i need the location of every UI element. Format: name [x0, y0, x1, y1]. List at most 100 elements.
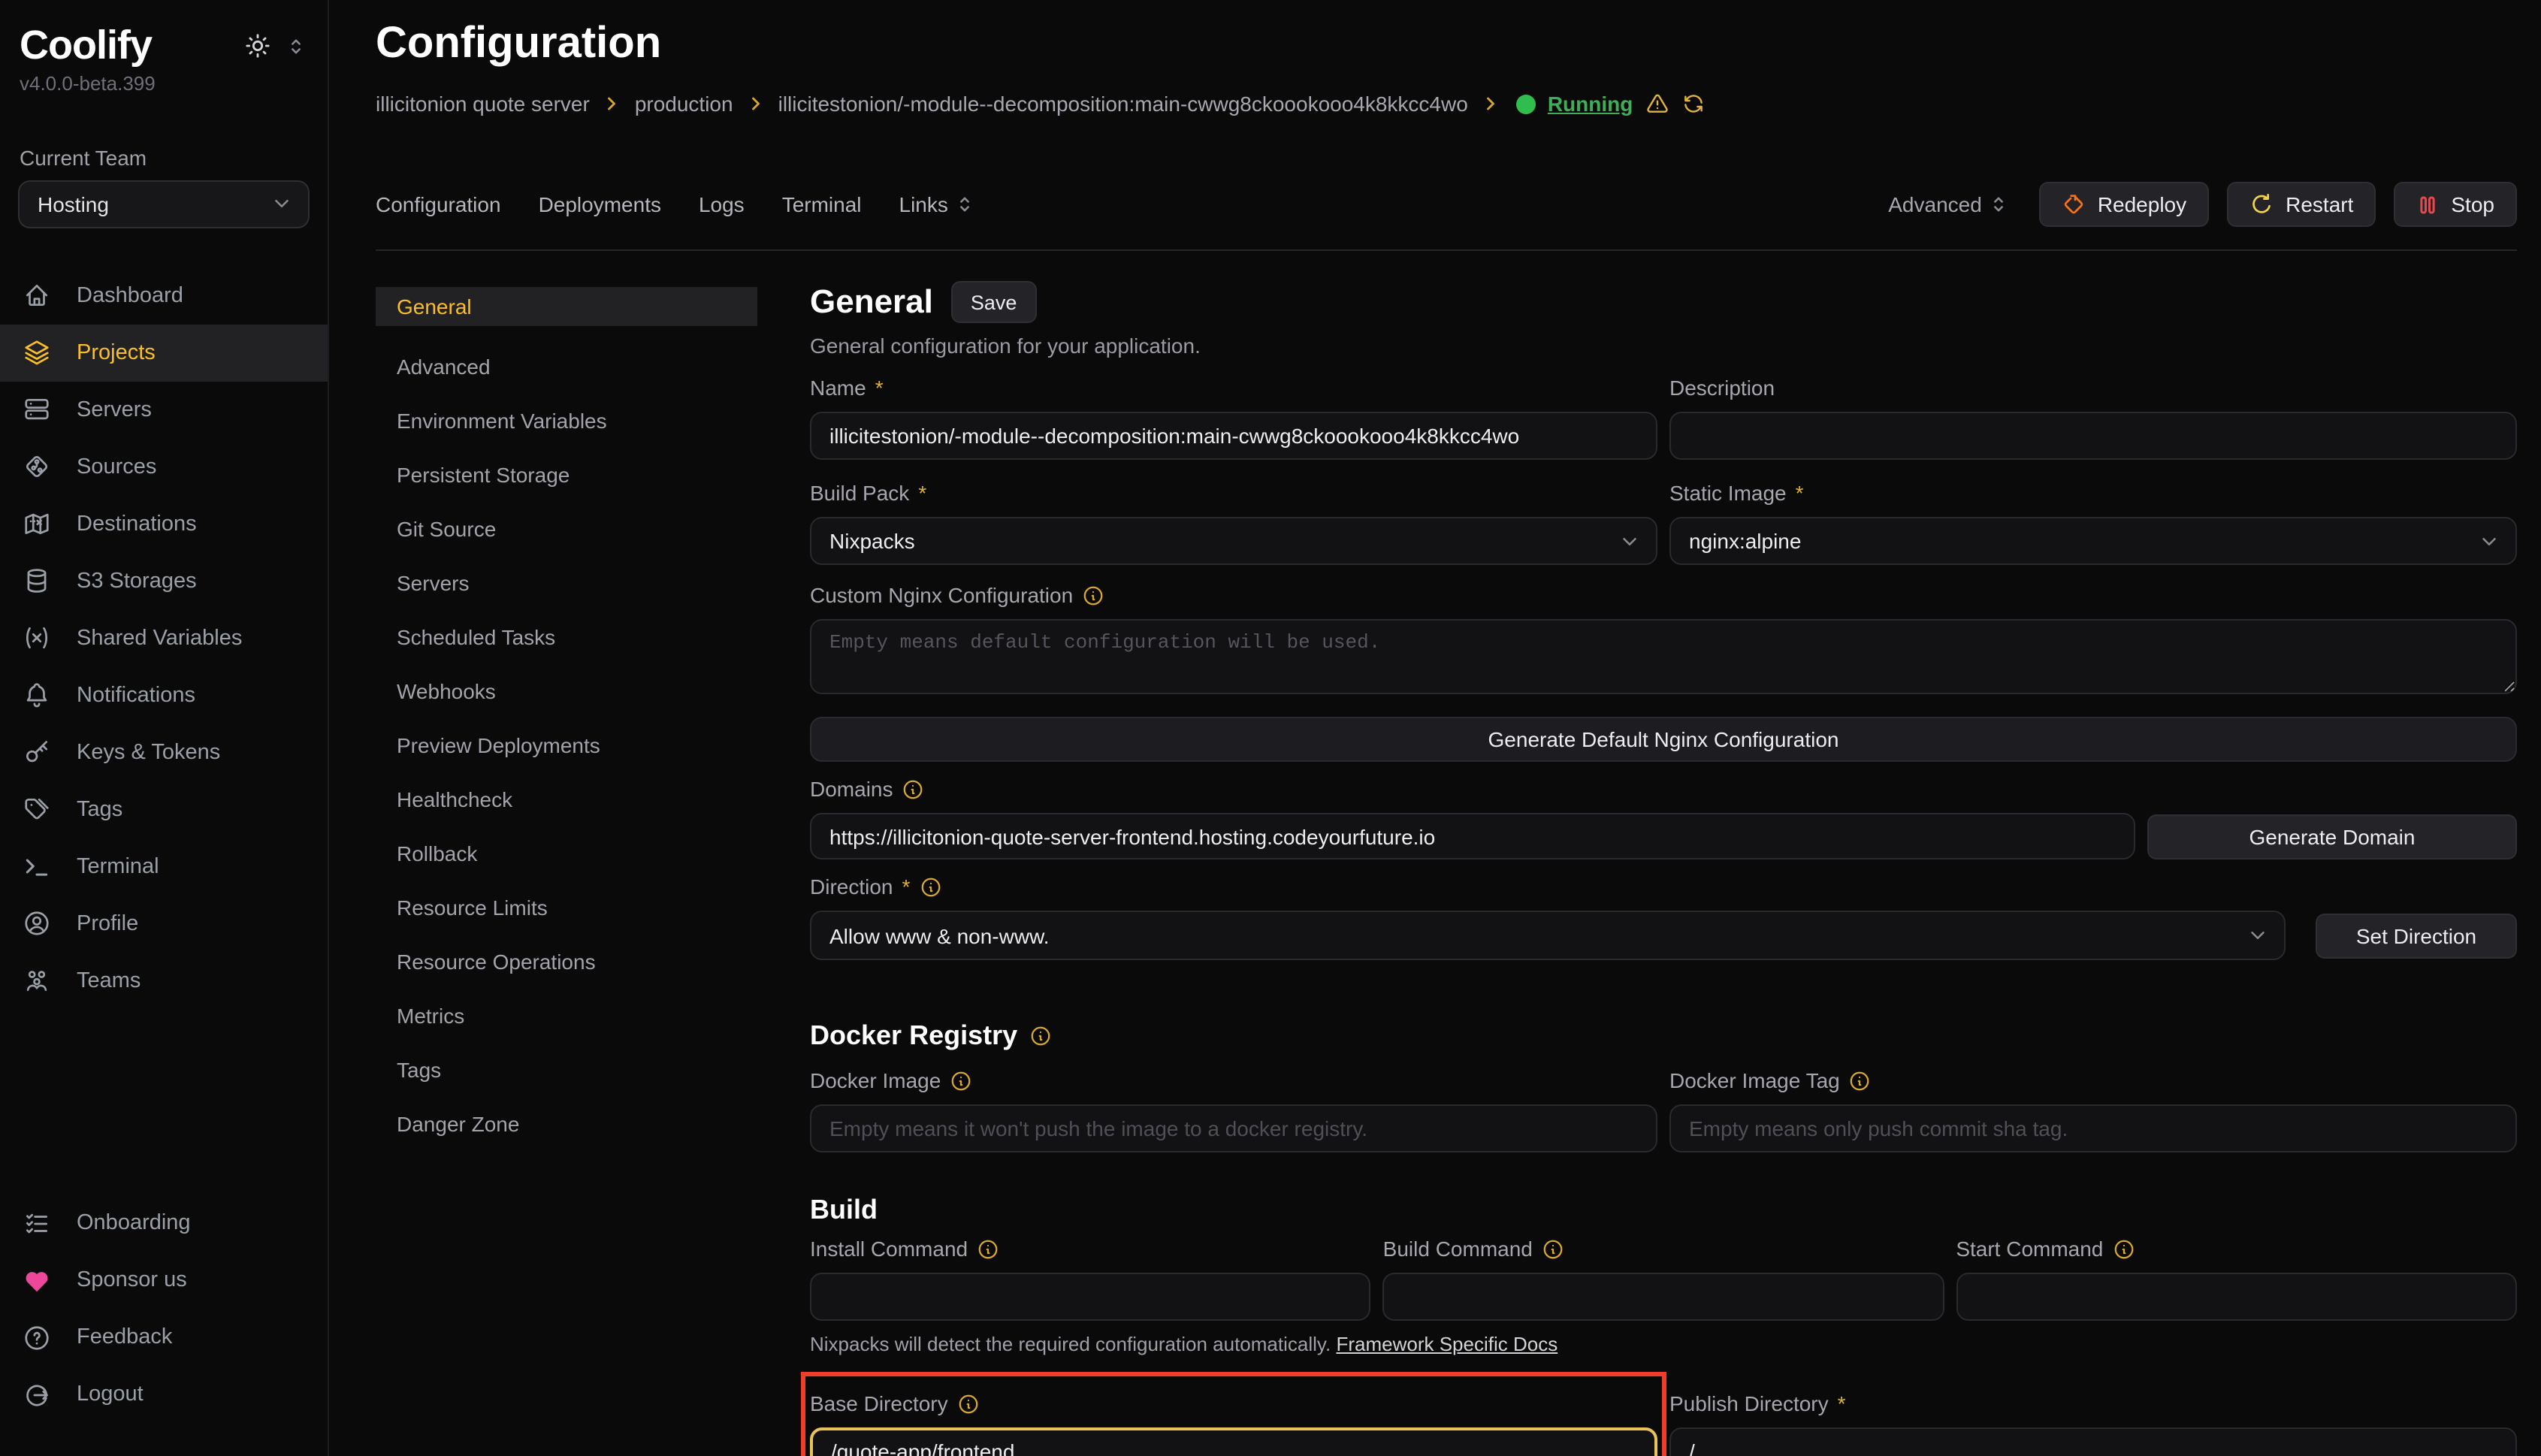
tab-links[interactable]: Links — [899, 192, 975, 216]
subnav-resource-limits[interactable]: Resource Limits — [376, 888, 757, 927]
sidebar-item-teams[interactable]: Teams — [0, 952, 328, 1009]
status-running-link[interactable]: Running — [1548, 92, 1633, 116]
refresh-icon[interactable] — [1681, 92, 1705, 116]
info-icon — [950, 1069, 972, 1092]
build-pack-select[interactable]: Nixpacks — [810, 517, 1657, 565]
restart-button[interactable]: Restart — [2227, 182, 2376, 227]
set-direction-button[interactable]: Set Direction — [2316, 913, 2517, 958]
sidebar-item-sources[interactable]: Sources — [0, 438, 328, 495]
breadcrumb-environment[interactable]: production — [635, 92, 733, 116]
subnav-rollback[interactable]: Rollback — [376, 834, 757, 873]
save-button[interactable]: Save — [951, 281, 1037, 323]
subnav-webhooks[interactable]: Webhooks — [376, 672, 757, 711]
framework-docs-link[interactable]: Framework Specific Docs — [1336, 1333, 1558, 1355]
direction-label: Direction* — [810, 871, 2517, 902]
checklist-icon — [23, 1209, 51, 1237]
info-icon — [1029, 1024, 1052, 1047]
terminal-icon — [23, 852, 51, 881]
git-icon — [23, 452, 51, 481]
info-icon — [1849, 1069, 1872, 1092]
logout-icon — [23, 1380, 51, 1409]
docker-image-tag-input[interactable] — [1669, 1104, 2517, 1152]
tab-logs[interactable]: Logs — [699, 192, 745, 216]
static-image-select[interactable]: nginx:alpine — [1669, 517, 2517, 565]
base-directory-input[interactable] — [810, 1427, 1657, 1456]
docker-image-input[interactable] — [810, 1104, 1657, 1152]
name-label: Name* — [810, 373, 1657, 403]
direction-select[interactable]: Allow www & non-www. — [810, 911, 2286, 960]
general-form: General Save General configuration for y… — [810, 279, 2517, 1456]
sidebar-item-feedback[interactable]: Feedback — [0, 1309, 328, 1366]
subnav-metrics[interactable]: Metrics — [376, 996, 757, 1035]
sidebar-item-logout[interactable]: Logout — [0, 1366, 328, 1423]
user-circle-icon — [23, 909, 51, 938]
custom-nginx-textarea[interactable] — [810, 619, 2517, 694]
subnav-general[interactable]: General — [376, 287, 757, 326]
sidebar-footer-nav: Onboarding Sponsor us Feedback Logout — [0, 1195, 328, 1423]
subnav-servers[interactable]: Servers — [376, 563, 757, 603]
sidebar-item-projects[interactable]: Projects — [0, 324, 328, 381]
theme-selector-icon[interactable] — [286, 35, 307, 56]
redeploy-button[interactable]: Redeploy — [2039, 182, 2209, 227]
sidebar-item-servers[interactable]: Servers — [0, 381, 328, 438]
subnav-environment-variables[interactable]: Environment Variables — [376, 401, 757, 440]
sidebar-item-s3-storages[interactable]: S3 Storages — [0, 552, 328, 609]
start-command-input[interactable] — [1956, 1273, 2517, 1321]
tab-terminal[interactable]: Terminal — [782, 192, 862, 216]
subnav-advanced[interactable]: Advanced — [376, 347, 757, 386]
divider — [376, 249, 2517, 251]
help-circle-icon — [23, 1323, 51, 1352]
subnav-git-source[interactable]: Git Source — [376, 509, 757, 548]
breadcrumb-application[interactable]: illicitestonion/-module--decomposition:m… — [778, 92, 1468, 116]
sidebar-item-dashboard[interactable]: Dashboard — [0, 267, 328, 324]
status-dot — [1516, 94, 1536, 113]
sidebar-item-shared-variables[interactable]: Shared Variables — [0, 609, 328, 666]
sidebar-item-sponsor[interactable]: Sponsor us — [0, 1252, 328, 1309]
theme-toggle-sun-icon[interactable] — [245, 33, 270, 59]
start-command-label: Start Command — [1956, 1234, 2517, 1264]
main-content: Configuration illicitonion quote server … — [329, 0, 2541, 1456]
bell-icon — [23, 681, 51, 709]
subnav-scheduled-tasks[interactable]: Scheduled Tasks — [376, 618, 757, 657]
info-icon — [1082, 584, 1104, 606]
server-icon — [23, 395, 51, 424]
docker-registry-title: Docker Registry — [810, 1017, 2517, 1053]
subnav-preview-deployments[interactable]: Preview Deployments — [376, 726, 757, 765]
generate-nginx-button[interactable]: Generate Default Nginx Configuration — [810, 717, 2517, 762]
restart-icon — [2249, 192, 2274, 216]
name-input[interactable] — [810, 412, 1657, 460]
docker-image-label: Docker Image — [810, 1065, 1657, 1095]
tab-configuration[interactable]: Configuration — [376, 192, 501, 216]
advanced-dropdown[interactable]: Advanced — [1888, 192, 2009, 216]
sidebar-item-notifications[interactable]: Notifications — [0, 666, 328, 723]
domains-label: Domains — [810, 774, 2517, 804]
install-command-input[interactable] — [810, 1273, 1371, 1321]
tab-deployments[interactable]: Deployments — [539, 192, 661, 216]
description-input[interactable] — [1669, 412, 2517, 460]
subnav-danger-zone[interactable]: Danger Zone — [376, 1104, 757, 1143]
sidebar-item-keys-tokens[interactable]: Keys & Tokens — [0, 723, 328, 781]
team-select[interactable]: Hosting — [18, 180, 310, 228]
sidebar-item-terminal[interactable]: Terminal — [0, 838, 328, 895]
chevron-down-icon — [2478, 530, 2500, 552]
breadcrumb-project[interactable]: illicitonion quote server — [376, 92, 590, 116]
sidebar-item-tags[interactable]: Tags — [0, 781, 328, 838]
build-command-input[interactable] — [1383, 1273, 1944, 1321]
chevron-down-icon — [1618, 530, 1641, 552]
sidebar-item-destinations[interactable]: Destinations — [0, 495, 328, 552]
subnav-persistent-storage[interactable]: Persistent Storage — [376, 455, 757, 494]
chevron-right-icon — [745, 93, 766, 114]
subnav-resource-operations[interactable]: Resource Operations — [376, 942, 757, 981]
stop-button[interactable]: Stop — [2394, 182, 2517, 227]
settings-subnav: General Advanced Environment Variables P… — [376, 287, 757, 1158]
sidebar-item-onboarding[interactable]: Onboarding — [0, 1195, 328, 1252]
subnav-tags[interactable]: Tags — [376, 1050, 757, 1089]
chevron-right-icon — [1480, 93, 1501, 114]
sidebar-item-profile[interactable]: Profile — [0, 895, 328, 952]
domains-input[interactable] — [810, 813, 2135, 859]
generate-domain-button[interactable]: Generate Domain — [2147, 814, 2517, 859]
publish-directory-input[interactable] — [1669, 1427, 2517, 1456]
map-icon — [23, 509, 51, 538]
subnav-healthcheck[interactable]: Healthcheck — [376, 780, 757, 819]
stop-pause-icon — [2416, 193, 2439, 216]
